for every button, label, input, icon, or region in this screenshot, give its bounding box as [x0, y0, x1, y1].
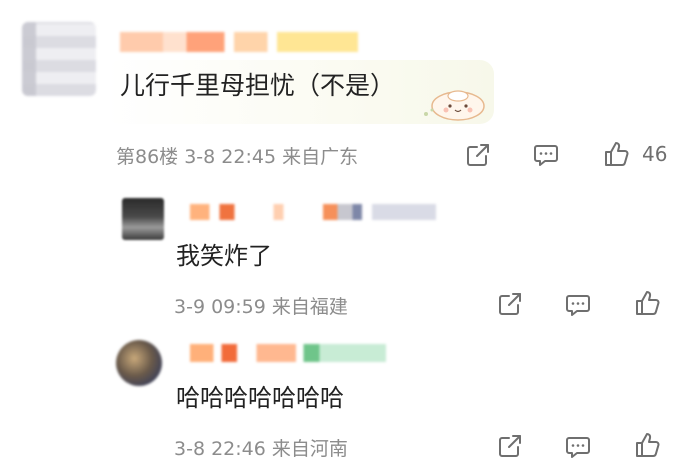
- reply-avatar[interactable]: [122, 198, 164, 240]
- reply-meta: 3-9 09:59 来自福建: [174, 296, 348, 318]
- share-icon[interactable]: [464, 141, 492, 169]
- thumbs-up-icon[interactable]: [603, 140, 631, 168]
- avatar[interactable]: [22, 22, 96, 96]
- smiling-bun-sticker-icon: [424, 90, 485, 121]
- comment-icon[interactable]: [564, 433, 592, 461]
- reply-meta: 3-8 22:46 来自河南: [174, 438, 348, 460]
- like-count: 46: [642, 142, 668, 166]
- share-icon[interactable]: [496, 432, 524, 460]
- comment-icon[interactable]: [564, 291, 592, 319]
- username-blurred[interactable]: [120, 32, 358, 52]
- share-icon[interactable]: [496, 290, 524, 318]
- comment-meta: 第86楼 3-8 22:45 来自广东: [116, 146, 359, 168]
- thumbs-up-icon[interactable]: [634, 289, 662, 317]
- reply-username-blurred[interactable]: [190, 204, 436, 220]
- reply-avatar[interactable]: [116, 340, 162, 386]
- reply-text: 哈哈哈哈哈哈哈: [176, 384, 344, 412]
- comment-text: 儿行千里母担忧（不是）: [120, 71, 396, 100]
- thumbs-up-icon[interactable]: [634, 431, 662, 459]
- reply-text: 我笑炸了: [176, 242, 272, 270]
- reply-username-blurred[interactable]: [190, 344, 386, 362]
- comment-icon[interactable]: [532, 141, 560, 169]
